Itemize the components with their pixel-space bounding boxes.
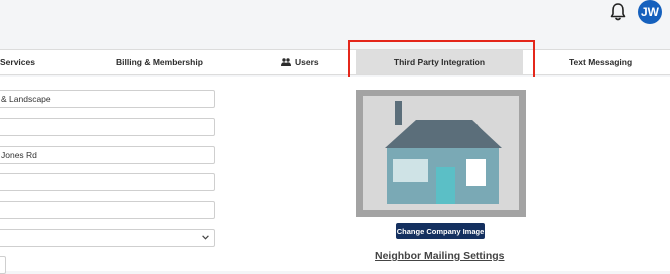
form-field-5[interactable] [0, 201, 215, 219]
company-name-field[interactable]: & Landscape [0, 90, 215, 108]
address-field[interactable]: Jones Rd [0, 146, 215, 164]
settings-tabs: Services Billing & Membership Users Thir… [0, 49, 670, 75]
form-field-2[interactable] [0, 118, 215, 136]
form-field-4[interactable] [0, 173, 215, 191]
tab-users-label: Users [295, 57, 319, 67]
select-field[interactable] [0, 229, 215, 247]
change-company-image-button[interactable]: Change Company Image [396, 223, 485, 239]
tab-text-messaging[interactable]: Text Messaging [569, 50, 632, 74]
chevron-down-icon [202, 235, 209, 240]
tab-users[interactable]: Users [281, 50, 319, 74]
users-icon [281, 58, 291, 66]
top-bar: JW [0, 0, 670, 48]
tab-third-party-integration[interactable]: Third Party Integration [356, 50, 523, 74]
tab-billing-membership[interactable]: Billing & Membership [116, 50, 203, 74]
tab-services[interactable]: Services [0, 50, 35, 74]
house-icon [356, 90, 526, 217]
bell-icon[interactable] [609, 2, 627, 22]
user-avatar[interactable]: JW [638, 0, 662, 24]
company-image [356, 90, 526, 217]
form-field-7[interactable] [0, 256, 6, 274]
neighbor-mailing-settings-heading: Neighbor Mailing Settings [375, 250, 505, 262]
